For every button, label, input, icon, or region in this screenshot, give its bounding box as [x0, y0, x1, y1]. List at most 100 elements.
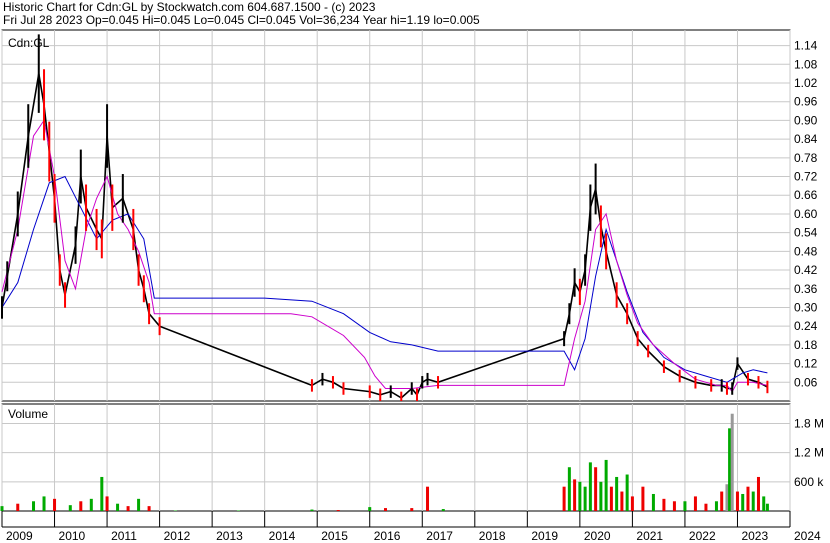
- volume-bar: [625, 474, 629, 511]
- price-y-tick-label: 1.14: [794, 39, 818, 53]
- x-tick-label: 2009: [6, 529, 33, 543]
- price-y-tick-label: 0.96: [794, 95, 818, 109]
- price-y-tick-label: 0.06: [794, 375, 818, 389]
- volume-bar: [310, 509, 314, 511]
- price-y-tick-label: 0.90: [794, 113, 818, 127]
- volume-bar: [672, 501, 676, 511]
- volume-bar: [693, 496, 697, 511]
- volume-bar: [651, 493, 655, 511]
- volume-bar: [588, 462, 592, 511]
- volume-bar: [105, 496, 109, 511]
- volume-y-tick-label: 1.2 M: [794, 446, 824, 460]
- price-y-tick-label: 0.30: [794, 300, 818, 314]
- volume-bar: [714, 501, 718, 511]
- price-y-tick-label: 0.66: [794, 188, 818, 202]
- volume-bar: [615, 476, 619, 511]
- volume-bar: [562, 486, 566, 511]
- x-tick-label: 2020: [584, 529, 611, 543]
- volume-bar: [368, 507, 372, 511]
- volume-title: Volume: [8, 407, 48, 421]
- volume-bar: [426, 486, 430, 511]
- volume-bar: [336, 510, 340, 511]
- volume-bar: [630, 496, 634, 511]
- volume-bar: [410, 508, 414, 511]
- volume-bar: [725, 484, 729, 511]
- price-y-tick-label: 0.48: [794, 244, 818, 258]
- volume-bar: [567, 467, 571, 511]
- volume-bar: [16, 503, 20, 511]
- x-tick-label: 2023: [741, 529, 768, 543]
- volume-bar: [583, 486, 587, 511]
- x-tick-label: 2014: [269, 529, 296, 543]
- volume-bar: [599, 481, 603, 511]
- volume-bar: [116, 503, 120, 511]
- volume-bar: [662, 498, 666, 511]
- price-y-tick-label: 0.60: [794, 207, 818, 221]
- volume-bar: [728, 428, 732, 511]
- volume-bar: [578, 481, 582, 511]
- volume-bar: [89, 498, 93, 511]
- x-tick-labels: 2009 2010 2011 2012 2013 2014 2015 2016 2017 2018…: [6, 529, 821, 543]
- price-y-tick-label: 0.42: [794, 263, 818, 277]
- x-tick-label: 2017: [426, 529, 453, 543]
- price-y-tick-label: 1.02: [794, 76, 818, 90]
- volume-bar: [704, 503, 708, 511]
- x-tick-label: 2019: [531, 529, 558, 543]
- volume-bar: [762, 496, 766, 511]
- volume-bar: [0, 506, 4, 511]
- symbol-label: Cdn:GL: [8, 36, 50, 50]
- price-y-tick-label: 0.78: [794, 151, 818, 165]
- price-y-tick-label: 0.12: [794, 357, 818, 371]
- volume-bar: [100, 476, 104, 511]
- price-y-tick-label: 1.08: [794, 57, 818, 71]
- x-tick-label: 2012: [164, 529, 191, 543]
- price-y-tick-label: 0.24: [794, 319, 818, 333]
- x-tick-label: 2024: [794, 529, 821, 543]
- volume-panel-frame: [1, 403, 791, 512]
- volume-bar: [751, 491, 755, 511]
- stockwatch-chart: Historic Chart for Cdn:GL by Stockwatch.…: [0, 0, 830, 543]
- volume-bar: [765, 503, 769, 511]
- volume-bar: [32, 501, 36, 511]
- chart-canvas: 1.14 1.08 1.02 0.96 0.90 0.84 0.78 0.72 0.66 0.60…: [0, 29, 824, 543]
- x-tick-label: 2013: [216, 529, 243, 543]
- x-tick-label: 2021: [636, 529, 663, 543]
- price-y-tick-labels: 1.14 1.08 1.02 0.96 0.90 0.84 0.78 0.72 0.66 0.60…: [794, 39, 818, 390]
- price-y-tick-label: 0.72: [794, 170, 818, 184]
- price-y-tick-label: 0.54: [794, 226, 818, 240]
- volume-bar: [620, 491, 624, 511]
- volume-bar: [147, 506, 151, 511]
- volume-bar: [79, 501, 83, 511]
- volume-bar: [68, 505, 72, 511]
- volume-bar: [42, 496, 46, 511]
- volume-bar: [383, 508, 387, 511]
- x-tick-label: 2015: [321, 529, 348, 543]
- x-tick-label: 2022: [689, 529, 716, 543]
- volume-bar: [441, 509, 445, 511]
- volume-bar: [609, 486, 613, 511]
- volume-bar: [53, 498, 57, 511]
- volume-bar: [730, 413, 734, 511]
- volume-bar: [746, 486, 750, 511]
- volume-bar: [594, 467, 598, 511]
- volume-y-tick-labels: 1.8 M 1.2 M 600 k: [794, 416, 824, 488]
- volume-y-tick-label: 1.8 M: [794, 416, 824, 430]
- x-tick-label: 2010: [59, 529, 86, 543]
- volume-y-tick-label: 600 k: [794, 475, 824, 489]
- x-tick-label: 2016: [374, 529, 401, 543]
- volume-bar: [683, 501, 687, 511]
- volume-bar: [137, 498, 141, 511]
- volume-bar: [641, 486, 645, 511]
- volume-bar: [741, 493, 745, 511]
- price-y-tick-label: 0.36: [794, 282, 818, 296]
- volume-bar: [735, 491, 739, 511]
- x-tick-label: 2011: [111, 529, 137, 543]
- price-y-tick-label: 0.84: [794, 132, 818, 146]
- volume-bar: [720, 491, 724, 511]
- volume-bar: [573, 479, 577, 511]
- volume-bar: [756, 476, 760, 511]
- x-tick-label: 2018: [479, 529, 506, 543]
- price-y-tick-label: 0.18: [794, 338, 818, 352]
- volume-bar: [604, 459, 608, 511]
- volume-bar: [126, 506, 130, 511]
